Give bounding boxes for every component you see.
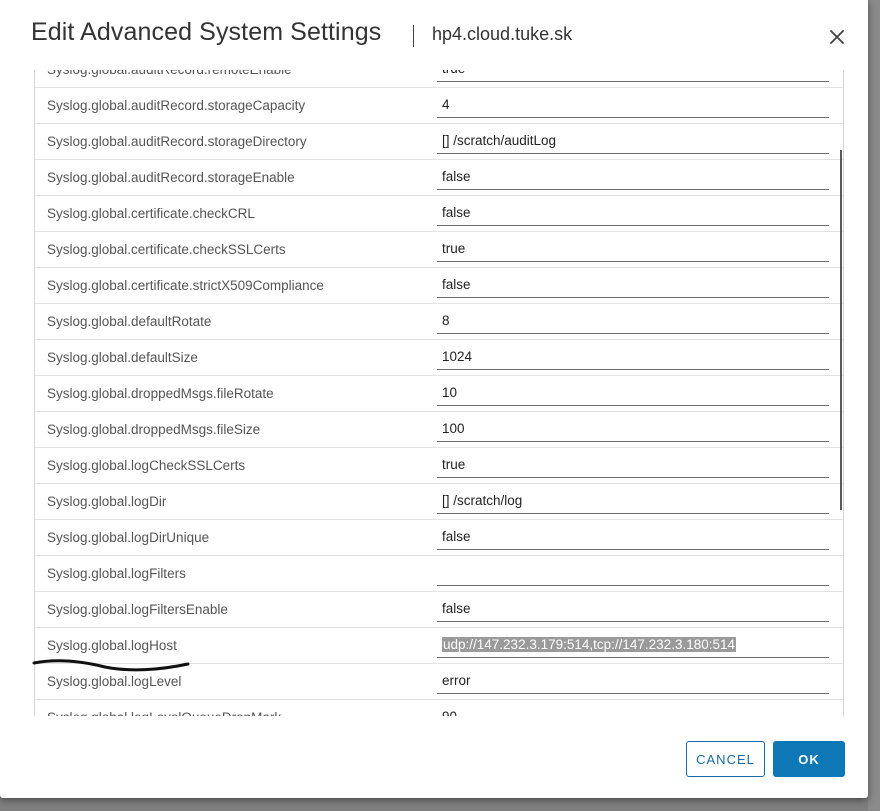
table-row: Syslog.global.auditRecord.storageCapacit…	[35, 88, 843, 124]
setting-value-input[interactable]	[437, 380, 829, 406]
table-row: Syslog.global.defaultSize	[35, 340, 843, 376]
setting-value-input[interactable]	[437, 524, 829, 550]
table-row: Syslog.global.certificate.strictX509Comp…	[35, 268, 843, 304]
setting-value-input[interactable]	[437, 416, 829, 442]
table-row: Syslog.global.logLevelQueueDropMark	[35, 700, 843, 716]
setting-key: Syslog.global.logHost	[47, 638, 177, 653]
setting-value-input[interactable]	[437, 344, 829, 370]
dialog-footer: CANCEL OK	[0, 716, 868, 798]
setting-key: Syslog.global.auditRecord.storageEnable	[47, 170, 295, 185]
settings-rows: Syslog.global.auditRecord.remoteEnable Sy…	[35, 70, 843, 716]
setting-value-input[interactable]	[437, 200, 829, 226]
setting-key: Syslog.global.logFilters	[47, 566, 186, 581]
table-row: Syslog.global.auditRecord.storageEnable	[35, 160, 843, 196]
close-icon[interactable]	[826, 26, 848, 48]
table-row: Syslog.global.droppedMsgs.fileSize	[35, 412, 843, 448]
setting-key: Syslog.global.defaultSize	[47, 350, 198, 365]
background-right-strip	[868, 0, 880, 811]
setting-value-input[interactable]	[437, 70, 829, 82]
table-row: Syslog.global.auditRecord.remoteEnable	[35, 70, 843, 88]
table-row: Syslog.global.certificate.checkCRL	[35, 196, 843, 232]
table-row: Syslog.global.droppedMsgs.fileRotate	[35, 376, 843, 412]
table-row: Syslog.global.logLevel	[35, 664, 843, 700]
setting-value-input[interactable]	[437, 596, 829, 622]
table-row: Syslog.global.logDir	[35, 484, 843, 520]
setting-key: Syslog.global.droppedMsgs.fileSize	[47, 422, 261, 437]
settings-grid: Syslog.global.auditRecord.remoteEnable Sy…	[34, 70, 844, 716]
edit-advanced-settings-dialog: Edit Advanced System Settings hp4.cloud.…	[0, 0, 868, 798]
table-row: Syslog.global.logFiltersEnable	[35, 592, 843, 628]
setting-value-input[interactable]	[437, 704, 829, 716]
setting-key: Syslog.global.auditRecord.storageCapacit…	[47, 98, 306, 113]
setting-key: Syslog.global.logLevel	[47, 674, 182, 689]
selected-value-text: udp://147.232.3.179:514,tcp://147.232.3.…	[442, 637, 737, 652]
table-row: Syslog.global.defaultRotate	[35, 304, 843, 340]
setting-value-input[interactable]	[437, 164, 829, 190]
table-row: Syslog.global.logFilters	[35, 556, 843, 592]
setting-value-input[interactable]	[437, 452, 829, 478]
table-row: Syslog.global.auditRecord.storageDirecto…	[35, 124, 843, 160]
dialog-header: Edit Advanced System Settings hp4.cloud.…	[0, 0, 868, 70]
setting-value-input[interactable]	[437, 560, 829, 586]
scrollbar[interactable]	[840, 150, 842, 510]
setting-key: Syslog.global.logFiltersEnable	[47, 602, 228, 617]
setting-value-input[interactable]	[437, 668, 829, 694]
table-row: Syslog.global.logCheckSSLCerts	[35, 448, 843, 484]
setting-key: Syslog.global.auditRecord.remoteEnable	[47, 70, 292, 77]
setting-value-input[interactable]	[437, 236, 829, 262]
setting-value-input[interactable]	[437, 128, 829, 154]
setting-key: Syslog.global.logDir	[47, 494, 167, 509]
host-name: hp4.cloud.tuke.sk	[432, 24, 573, 44]
setting-key: Syslog.global.logDirUnique	[47, 530, 210, 545]
setting-key: Syslog.global.droppedMsgs.fileRotate	[47, 386, 274, 401]
dialog-title: Edit Advanced System Settings	[31, 18, 382, 46]
setting-value-input[interactable]	[437, 308, 829, 334]
table-row: Syslog.global.logDirUnique	[35, 520, 843, 556]
title-divider	[413, 25, 414, 47]
setting-value-input[interactable]	[437, 272, 829, 298]
setting-key: Syslog.global.defaultRotate	[47, 314, 212, 329]
ok-button[interactable]: OK	[773, 741, 845, 777]
table-row: Syslog.global.certificate.checkSSLCerts	[35, 232, 843, 268]
cancel-button[interactable]: CANCEL	[686, 741, 765, 777]
table-row: Syslog.global.logHost udp://147.232.3.179…	[35, 628, 843, 664]
setting-key: Syslog.global.certificate.strictX509Comp…	[47, 278, 324, 293]
setting-key: Syslog.global.certificate.checkSSLCerts	[47, 242, 286, 257]
setting-key: Syslog.global.logCheckSSLCerts	[47, 458, 246, 473]
setting-key: Syslog.global.auditRecord.storageDirecto…	[47, 134, 307, 149]
setting-key: Syslog.global.certificate.checkCRL	[47, 206, 255, 221]
setting-value-input[interactable]	[437, 92, 829, 118]
setting-value-input[interactable]	[437, 488, 829, 514]
setting-value-input[interactable]: udp://147.232.3.179:514,tcp://147.232.3.…	[437, 632, 829, 658]
